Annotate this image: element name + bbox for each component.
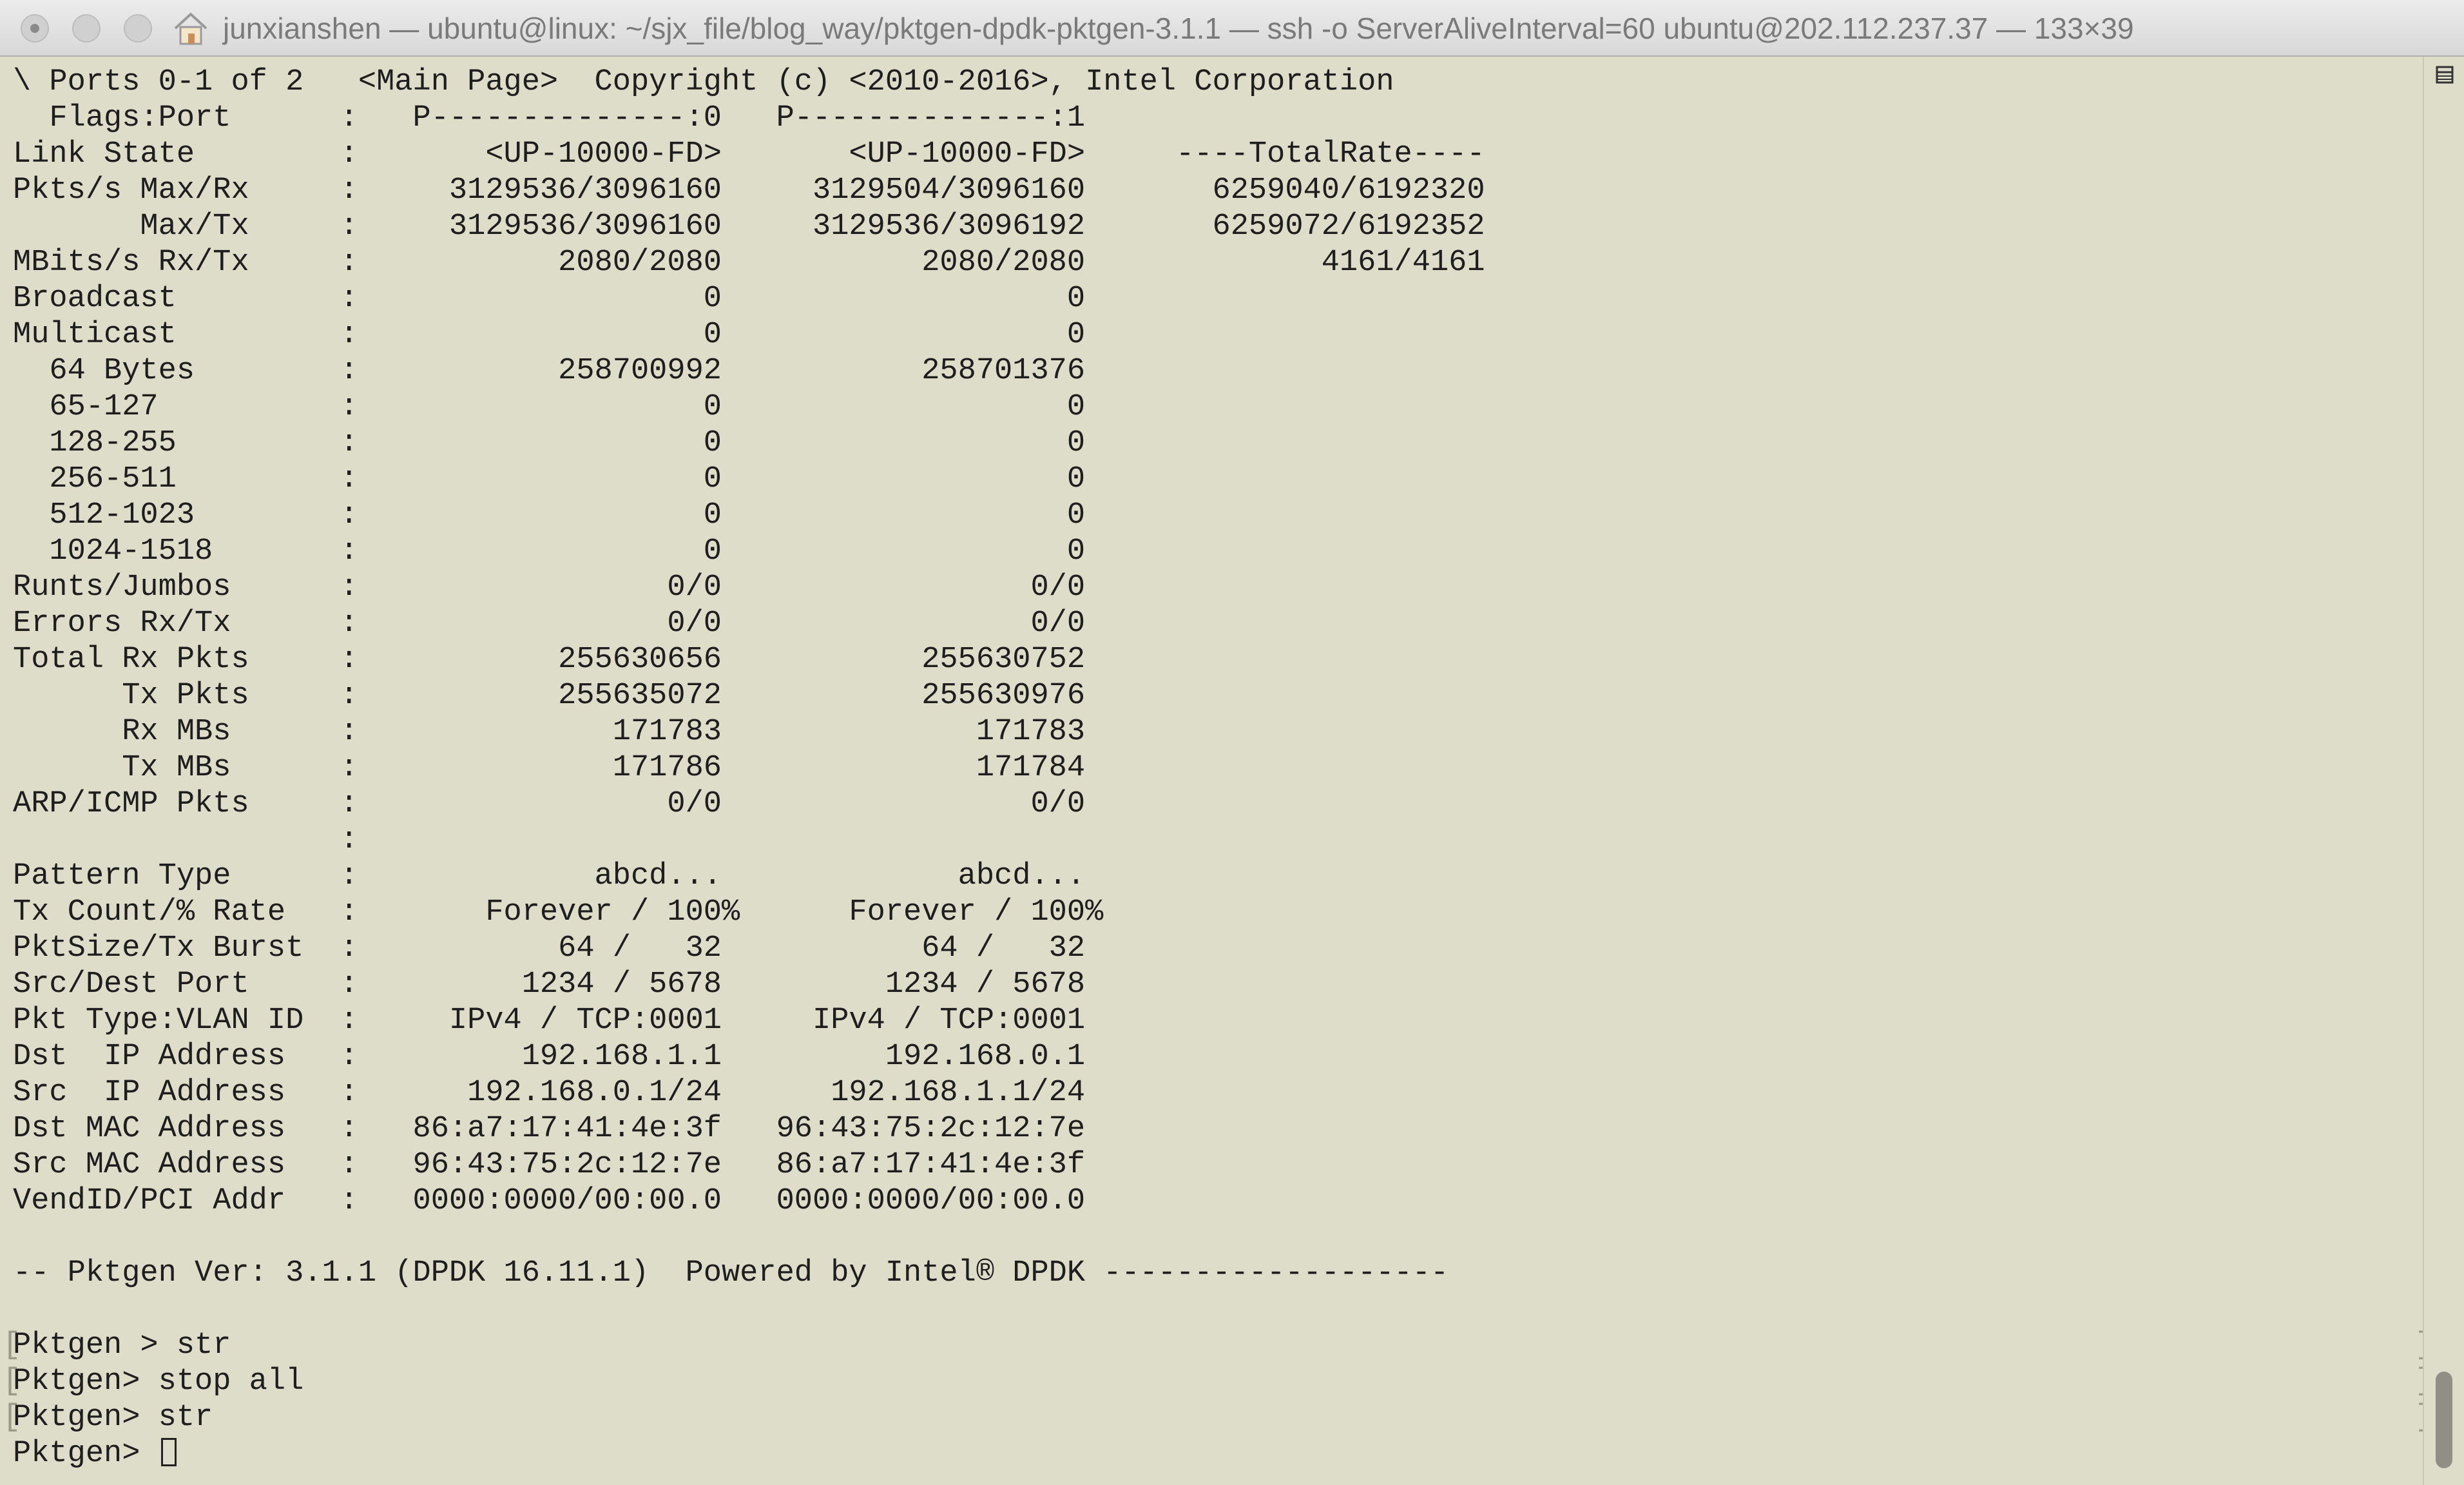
terminal-line: Broadcast : 0 0 [13,282,1086,316]
prompt-text: Pktgen> [13,1437,159,1471]
mark-bracket-left: [ [3,1328,21,1363]
terminal-line: 512-1023 : 0 0 [13,498,1086,532]
terminal-line: Pkt Type:VLAN ID : IPv4 / TCP:0001 IPv4 … [13,1004,1086,1038]
home-icon [174,12,207,45]
terminal-output[interactable]: \ Ports 0-1 of 2 <Main Page> Copyright (… [0,57,2433,1485]
terminal-line: Link State : <UP-10000-FD> <UP-10000-FD>… [13,137,1485,171]
prompt-line-active[interactable]: Pktgen> [13,1436,1485,1472]
prompt-line: [Pktgen> str] [3,1400,2433,1436]
terminal-line: Tx Pkts : 255635072 255630976 [13,679,1086,713]
prompt-text: Pktgen> str [13,1401,213,1435]
terminal-line: 65-127 : 0 0 [13,390,1086,424]
terminal-line: Src/Dest Port : 1234 / 5678 1234 / 5678 [13,967,1086,1002]
terminal-line: Src IP Address : 192.168.0.1/24 192.168.… [13,1076,1086,1110]
terminal-line: -- Pktgen Ver: 3.1.1 (DPDK 16.11.1) Powe… [13,1256,1449,1290]
terminal-line: Pkts/s Max/Rx : 3129536/3096160 3129504/… [13,173,1485,208]
terminal-line: Errors Rx/Tx : 0/0 0/0 [13,607,1086,641]
minimize-icon[interactable] [72,14,101,43]
terminal-line: Src MAC Address : 96:43:75:2c:12:7e 86:a… [13,1148,1086,1182]
scrollbar[interactable] [2423,57,2464,1485]
terminal-line: Pattern Type : abcd... abcd... [13,859,1086,893]
terminal-line: 256-511 : 0 0 [13,462,1086,496]
terminal-line: Tx MBs : 171786 171784 [13,751,1086,785]
scrollbar-thumb[interactable] [2436,1372,2452,1468]
prompt-line: [Pktgen> stop all] [3,1364,2433,1400]
window-title: junxianshen — ubuntu@linux: ~/sjx_file/b… [223,12,2134,45]
terminal-text: \ Ports 0-1 of 2 <Main Page> Copyright (… [3,64,2433,1472]
terminal-line: Dst IP Address : 192.168.1.1 192.168.0.1 [13,1040,1086,1074]
terminal-line: \ Ports 0-1 of 2 <Main Page> Copyright (… [13,65,1394,99]
prompt-line: [Pktgen > str] [3,1328,2433,1364]
terminal-line: MBits/s Rx/Tx : 2080/2080 2080/2080 4161… [13,246,1485,280]
prompt-text: Pktgen > str [13,1328,231,1363]
terminal-line: PktSize/Tx Burst : 64 / 32 64 / 32 [13,931,1086,966]
terminal-line: Max/Tx : 3129536/3096160 3129536/3096192… [13,209,1485,244]
mark-bracket-left: [ [3,1401,21,1435]
terminal-line: VendID/PCI Addr : 0000:0000/00:00.0 0000… [13,1184,1086,1218]
title-bar[interactable]: junxianshen — ubuntu@linux: ~/sjx_file/b… [0,0,2464,57]
terminal-line: Dst MAC Address : 86:a7:17:41:4e:3f 96:4… [13,1112,1086,1146]
terminal-line: Multicast : 0 0 [13,318,1086,352]
mark-bracket-left: [ [3,1364,21,1399]
terminal-line: 64 Bytes : 258700992 258701376 [13,354,1086,388]
terminal-line: 128-255 : 0 0 [13,426,1086,460]
terminal-line: Flags:Port : P--------------:0 P--------… [13,101,1086,135]
terminal-line: Rx MBs : 171783 171783 [13,715,1086,749]
terminal-window: junxianshen — ubuntu@linux: ~/sjx_file/b… [0,0,2464,1485]
terminal-line: Total Rx Pkts : 255630656 255630752 [13,643,1086,677]
terminal-line: Runts/Jumbos : 0/0 0/0 [13,570,1086,605]
terminal-line: Tx Count/% Rate : Forever / 100% Forever… [13,895,1104,929]
zoom-icon[interactable] [124,14,152,43]
terminal-line: : [13,823,358,857]
terminal-line: 1024-1518 : 0 0 [13,534,1086,568]
list-icon[interactable] [2436,66,2454,84]
close-icon[interactable] [21,14,49,43]
prompt-text: Pktgen> stop all [13,1364,304,1399]
terminal-line: ARP/ICMP Pkts : 0/0 0/0 [13,787,1086,821]
text-cursor [160,1438,177,1466]
